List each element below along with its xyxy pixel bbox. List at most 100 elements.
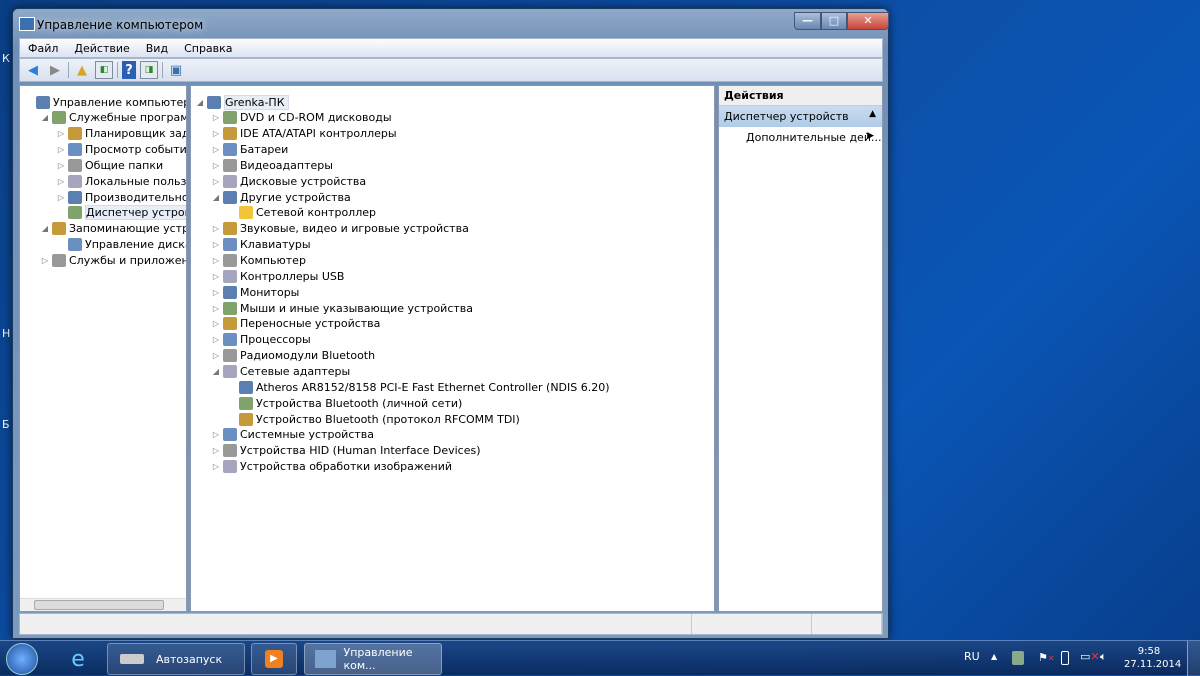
taskbar-button-autorun[interactable]: Автозапуск — [107, 643, 245, 675]
network-icon[interactable]: ▭✕ — [1080, 650, 1100, 663]
expand-arrow-icon[interactable]: ▷ — [56, 145, 66, 154]
show-hide-action-pane-icon[interactable]: ◨ — [140, 61, 158, 79]
device-tree-item[interactable]: ▷ Компьютер — [211, 253, 306, 269]
safely-remove-hardware-icon[interactable] — [1012, 651, 1024, 665]
menu-file[interactable]: Файл — [20, 42, 66, 55]
device-tree-item[interactable]: Сетевой контроллер — [227, 205, 376, 221]
expand-arrow-icon[interactable]: ▷ — [211, 272, 221, 281]
collapse-arrow-icon[interactable]: ◢ — [40, 113, 50, 122]
device-tree-item[interactable]: Atheros AR8152/8158 PCI-E Fast Ethernet … — [227, 379, 610, 395]
console-tree-item[interactable]: Диспетчер устройств — [56, 205, 186, 221]
start-button[interactable] — [6, 643, 38, 675]
volume-icon[interactable]: 🔈︎ — [1100, 650, 1107, 664]
collapse-arrow-icon[interactable]: ◢ — [195, 98, 205, 107]
expand-arrow-icon[interactable]: ▷ — [211, 224, 221, 233]
console-tree-item[interactable]: ▷ Общие папки — [56, 157, 163, 173]
clock[interactable]: 9:58 27.11.2014 — [1124, 645, 1181, 671]
device-tree-item[interactable]: ◢ Сетевые адаптеры — [211, 363, 350, 379]
console-tree-item[interactable]: Управление дисками — [56, 237, 186, 253]
device-tree-item[interactable]: ▷ Мониторы — [211, 284, 299, 300]
expand-arrow-icon[interactable]: ▷ — [211, 256, 221, 265]
device-tree-item[interactable]: ▷ Видеоадаптеры — [211, 157, 333, 173]
minimize-button[interactable]: — — [794, 12, 821, 30]
collapse-arrow-icon[interactable]: ◢ — [211, 367, 221, 376]
expand-arrow-icon[interactable]: ▷ — [211, 288, 221, 297]
collapse-arrow-icon[interactable]: ◢ — [40, 224, 50, 233]
show-desktop-button[interactable] — [1187, 641, 1200, 676]
collapse-arrow-icon[interactable]: ◢ — [211, 193, 221, 202]
expand-arrow-icon[interactable]: ▷ — [56, 193, 66, 202]
device-tree-item[interactable]: ▷ Процессоры — [211, 332, 311, 348]
action-more-actions[interactable]: Дополнительные дей... ▶ — [719, 127, 882, 147]
battery-icon[interactable] — [1061, 651, 1069, 665]
close-button[interactable]: ✕ — [847, 12, 889, 30]
device-tree-item[interactable]: ▷ Устройства HID (Human Interface Devices… — [211, 443, 481, 459]
up-folder-icon[interactable]: ▲ — [73, 61, 91, 79]
device-tree-item[interactable]: Устройства Bluetooth (личной сети) — [227, 395, 462, 411]
expand-arrow-icon[interactable]: ▷ — [56, 161, 66, 170]
console-tree-item[interactable]: ◢ Служебные программы — [40, 110, 186, 126]
forward-icon[interactable]: ▶ — [46, 61, 64, 79]
expand-arrow-icon[interactable]: ▷ — [40, 256, 50, 265]
media-player-icon[interactable]: ▶ — [251, 643, 297, 675]
expand-arrow-icon[interactable]: ▷ — [211, 177, 221, 186]
expand-arrow-icon[interactable]: ▷ — [211, 129, 221, 138]
device-tree-item[interactable]: ▷ Устройства обработки изображений — [211, 459, 452, 475]
expand-arrow-icon[interactable]: ▷ — [211, 446, 221, 455]
tree-label: Контроллеры USB — [240, 269, 345, 283]
device-tree-item[interactable]: ▷ IDE ATA/ATAPI контроллеры — [211, 126, 397, 142]
menu-action[interactable]: Действие — [66, 42, 137, 55]
device-tree-item[interactable]: ▷ Мыши и иные указывающие устройства — [211, 300, 473, 316]
horizontal-scrollbar[interactable] — [20, 598, 186, 611]
device-tree-item[interactable]: ▷ Дисковые устройства — [211, 173, 366, 189]
console-tree-item[interactable]: ▷ Планировщик заданий — [56, 126, 186, 142]
device-tree-item[interactable]: ◢ Другие устройства — [211, 189, 351, 205]
internet-explorer-icon[interactable]: e — [55, 643, 101, 675]
device-icon — [207, 95, 221, 109]
console-tree-item[interactable]: ▷ Просмотр событий — [56, 142, 186, 158]
device-tree-item[interactable]: ▷ Радиомодули Bluetooth — [211, 348, 375, 364]
device-tree-item[interactable]: ▷ Звуковые, видео и игровые устройства — [211, 221, 469, 237]
show-hide-tree-icon[interactable]: ◧ — [95, 61, 113, 79]
device-tree-item[interactable]: ▷ Батареи — [211, 142, 288, 158]
menu-bar: Файл Действие Вид Справка — [19, 38, 883, 58]
device-tree-item[interactable]: ▷ Системные устройства — [211, 427, 374, 443]
expand-arrow-icon[interactable]: ▷ — [211, 462, 221, 471]
expand-arrow-icon[interactable]: ▷ — [211, 430, 221, 439]
console-tree-item[interactable]: ◢ Запоминающие устройст — [40, 221, 186, 237]
expand-arrow-icon[interactable]: ▷ — [211, 304, 221, 313]
console-tree-item[interactable]: Управление компьютером (л — [24, 94, 186, 110]
status-panel — [812, 614, 882, 634]
expand-arrow-icon[interactable]: ▷ — [211, 335, 221, 344]
action-center-flag-icon[interactable]: ⚑✕ — [1038, 651, 1055, 664]
console-tree-item[interactable]: ▷ Локальные пользовате — [56, 173, 186, 189]
console-tree-item[interactable]: ▷ Производительность — [56, 189, 186, 205]
scrollbar-thumb[interactable] — [34, 600, 164, 610]
device-tree-item[interactable]: ▷ DVD и CD-ROM дисководы — [211, 110, 392, 126]
expand-arrow-icon[interactable]: ▷ — [56, 129, 66, 138]
expand-arrow-icon[interactable]: ▷ — [211, 161, 221, 170]
expand-arrow-icon[interactable]: ▷ — [211, 319, 221, 328]
device-tree-item[interactable]: ◢ Grenka-ПК — [195, 94, 289, 110]
menu-help[interactable]: Справка — [176, 42, 240, 55]
device-tree-item[interactable]: ▷ Переносные устройства — [211, 316, 380, 332]
actions-section-device-manager[interactable]: Диспетчер устройств ▲ — [719, 106, 882, 127]
back-icon[interactable]: ◀ — [24, 61, 42, 79]
show-hidden-icons[interactable]: ▲ — [991, 652, 997, 661]
expand-arrow-icon[interactable]: ▷ — [211, 351, 221, 360]
device-tree-item[interactable]: ▷ Контроллеры USB — [211, 268, 344, 284]
expand-arrow-icon[interactable]: ▷ — [211, 145, 221, 154]
collapse-icon[interactable]: ▲ — [869, 109, 876, 119]
maximize-button[interactable]: □ — [821, 12, 847, 30]
console-tree-item[interactable]: ▷ Службы и приложения — [40, 253, 186, 269]
language-indicator[interactable]: RU — [964, 650, 980, 663]
taskbar-button-computer-management[interactable]: Управление ком... — [304, 643, 442, 675]
expand-arrow-icon[interactable]: ▷ — [211, 240, 221, 249]
device-tree-item[interactable]: Устройство Bluetooth (протокол RFCOMM TD… — [227, 411, 520, 427]
expand-arrow-icon[interactable]: ▷ — [56, 177, 66, 186]
expand-arrow-icon[interactable]: ▷ — [211, 113, 221, 122]
device-tree-item[interactable]: ▷ Клавиатуры — [211, 237, 311, 253]
help-icon[interactable]: ? — [122, 61, 136, 79]
properties-icon[interactable]: ▣ — [167, 61, 185, 79]
menu-view[interactable]: Вид — [138, 42, 176, 55]
